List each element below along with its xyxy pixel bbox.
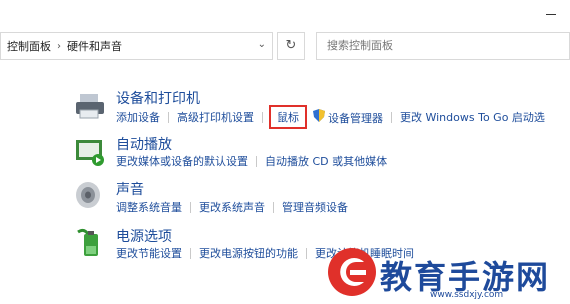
minimize-icon[interactable] <box>546 14 556 15</box>
add-device-link[interactable]: 添加设备 <box>116 109 164 125</box>
battery-icon <box>77 228 98 256</box>
change-power-saving-link[interactable]: 更改节能设置 <box>116 245 186 261</box>
address-bar-row: 控制面板 › 硬件和声音 ⌄ ↻ 搜索控制面板 <box>0 30 570 64</box>
address-bar[interactable]: 控制面板 › 硬件和声音 ⌄ <box>0 32 273 60</box>
link-divider <box>190 247 191 259</box>
change-system-sounds-link[interactable]: 更改系统声音 <box>195 199 269 215</box>
link-divider <box>391 111 392 123</box>
device-manager-link[interactable]: 设备管理器 <box>309 108 387 126</box>
sound-title[interactable]: 声音 <box>116 179 144 199</box>
autoplay-title[interactable]: 自动播放 <box>116 134 172 154</box>
devices-links: 添加设备 高级打印机设置 鼠标 设备管理器 更改 Windows To Go 启… <box>116 105 549 129</box>
refresh-button[interactable]: ↻ <box>277 32 305 60</box>
watermark-url: www.ssdxjy.com <box>430 290 504 300</box>
windows-to-go-link[interactable]: 更改 Windows To Go 启动选 <box>396 109 549 125</box>
watermark-logo-icon <box>328 248 376 296</box>
power-title[interactable]: 电源选项 <box>116 226 172 246</box>
watermark: 教育手游网 www.ssdxjy.com <box>320 242 570 304</box>
device-manager-label: 设备管理器 <box>328 111 383 125</box>
power-button-function-link[interactable]: 更改电源按钮的功能 <box>195 245 302 261</box>
breadcrumb-hardware-sound[interactable]: 硬件和声音 <box>67 38 122 54</box>
sound-links: 调整系统音量 更改系统声音 管理音频设备 <box>116 199 352 215</box>
breadcrumb-separator-icon: › <box>57 40 61 52</box>
chevron-down-icon[interactable]: ⌄ <box>258 39 266 50</box>
link-divider <box>273 201 274 213</box>
adjust-volume-link[interactable]: 调整系统音量 <box>116 199 186 215</box>
link-divider <box>256 155 257 167</box>
link-divider <box>168 111 169 123</box>
breadcrumb-control-panel[interactable]: 控制面板 <box>7 38 51 54</box>
printer-icon <box>76 94 104 119</box>
speaker-icon <box>76 182 100 208</box>
title-bar <box>0 0 570 28</box>
change-media-defaults-link[interactable]: 更改媒体或设备的默认设置 <box>116 153 252 169</box>
advanced-printer-settings-link[interactable]: 高级打印机设置 <box>173 109 258 125</box>
autoplay-icon <box>76 140 104 166</box>
manage-audio-devices-link[interactable]: 管理音频设备 <box>278 199 352 215</box>
autoplay-cd-link[interactable]: 自动播放 CD 或其他媒体 <box>261 153 391 169</box>
shield-icon <box>313 108 325 122</box>
autoplay-links: 更改媒体或设备的默认设置 自动播放 CD 或其他媒体 <box>116 153 391 169</box>
link-divider <box>262 111 263 123</box>
link-divider <box>306 247 307 259</box>
link-divider <box>190 201 191 213</box>
search-input[interactable]: 搜索控制面板 <box>316 32 570 60</box>
mouse-link[interactable]: 鼠标 <box>269 105 307 129</box>
